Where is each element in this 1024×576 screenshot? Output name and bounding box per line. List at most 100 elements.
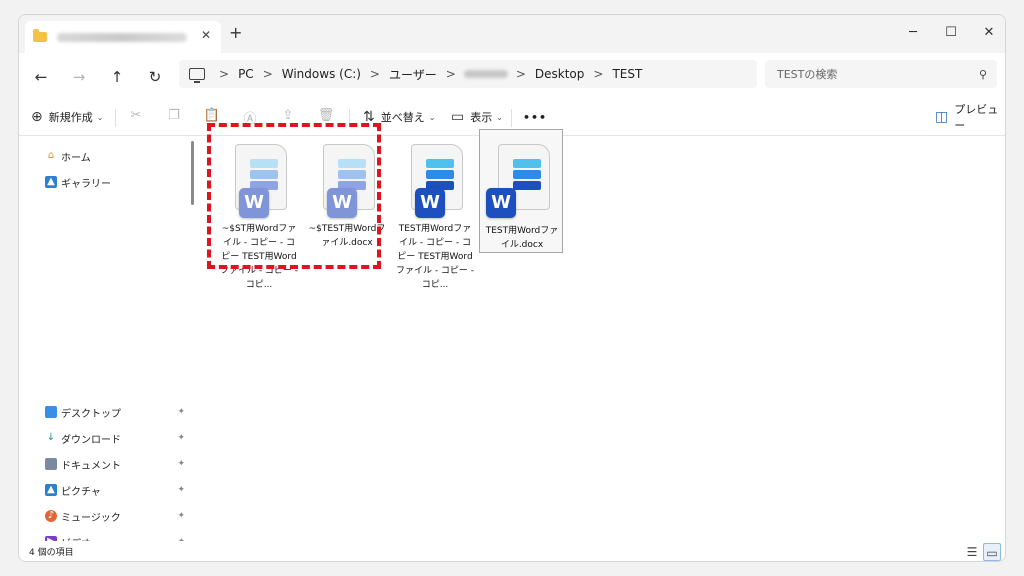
sidebar-item-desktop[interactable]: デスクトップ ✦ xyxy=(45,402,185,422)
document-icon xyxy=(45,458,57,470)
sidebar-item-label: ホーム xyxy=(61,152,91,164)
sidebar-item-label: ミュージック xyxy=(61,512,121,524)
sort-button[interactable]: ⇅ 並べ替え ⌄ xyxy=(363,105,435,129)
pictures-icon: ▲ xyxy=(45,484,57,496)
plus-circle-icon: ⊕ xyxy=(31,109,43,125)
tab-bar: ██████████████████ ✕ + ─ ☐ ✕ xyxy=(19,15,1005,53)
address-row: ← → ↑ ↻ > PC > Windows (C:) > ユーザー > use… xyxy=(19,53,1005,99)
tab-current[interactable]: ██████████████████ ✕ xyxy=(25,21,221,53)
file-item-original[interactable]: W TEST用Wordファイル.docx xyxy=(479,129,563,253)
home-icon: ⌂ xyxy=(47,150,55,161)
rename-icon[interactable]: Ⓐ xyxy=(241,108,259,127)
pc-icon xyxy=(189,68,205,83)
sidebar-item-label: ピクチャ xyxy=(61,486,101,498)
desktop-icon xyxy=(45,406,57,418)
tab-close-icon[interactable]: ✕ xyxy=(201,28,211,42)
more-button[interactable]: ••• xyxy=(523,105,547,129)
sidebar-item-label: ドキュメント xyxy=(61,460,121,472)
address-bar[interactable]: > PC > Windows (C:) > ユーザー > user > Desk… xyxy=(179,60,757,88)
search-box: ⚲ xyxy=(765,60,997,88)
breadcrumb-test[interactable]: TEST xyxy=(612,67,642,81)
new-button-label: 新規作成 xyxy=(48,111,93,124)
pin-icon[interactable]: ✦ xyxy=(177,511,185,521)
delete-icon[interactable]: 🗑 xyxy=(317,108,335,126)
maximize-button[interactable]: ☐ xyxy=(931,21,971,45)
sidebar-item-documents[interactable]: ドキュメント ✦ xyxy=(45,454,185,474)
sidebar-item-gallery[interactable]: ▲ ギャラリー xyxy=(45,172,185,192)
share-icon[interactable]: ⇪ xyxy=(279,108,297,126)
breadcrumb-drive[interactable]: Windows (C:) xyxy=(282,67,361,81)
file-item-temp-1[interactable]: W ~$ST用Wordファイル - コピー - コピー TEST用Wordファイ… xyxy=(217,136,301,290)
navigation-scrollbar[interactable] xyxy=(191,141,194,205)
pin-icon[interactable]: ✦ xyxy=(177,459,185,469)
pin-icon[interactable]: ✦ xyxy=(177,433,185,443)
word-icon: W xyxy=(415,188,445,218)
sidebar-item-label: ダウンロード xyxy=(61,434,121,446)
folder-icon xyxy=(33,29,47,42)
word-icon: W xyxy=(327,188,357,218)
view-button[interactable]: ▭ 表示 ⌄ xyxy=(451,105,503,129)
pin-icon[interactable]: ✦ xyxy=(177,485,185,495)
sidebar-item-pictures[interactable]: ▲ ピクチャ ✦ xyxy=(45,480,185,500)
file-item-temp-2[interactable]: W ~$TEST用Wordファイル.docx xyxy=(305,136,389,268)
breadcrumb-separator: > xyxy=(369,67,380,81)
search-input[interactable] xyxy=(775,66,959,82)
breadcrumb-users[interactable]: ユーザー xyxy=(389,66,437,83)
details-view-icon[interactable]: ☰ xyxy=(963,543,981,561)
breadcrumb-pc[interactable]: PC xyxy=(238,67,254,81)
preview-pane-icon: ◫ xyxy=(935,109,949,125)
preview-button[interactable]: ◫ プレビュー xyxy=(935,103,1005,132)
file-name: TEST用Wordファイル - コピー - コピー TEST用Wordファイル … xyxy=(395,224,475,290)
add-tab-button[interactable]: + xyxy=(229,23,242,42)
file-name: ~$TEST用Wordファイル.docx xyxy=(308,224,386,248)
paste-icon[interactable]: 📋 xyxy=(203,108,221,126)
pin-icon[interactable]: ✦ xyxy=(177,407,185,417)
sort-icon: ⇅ xyxy=(363,109,375,125)
tiles-view-icon[interactable]: ▭ xyxy=(983,543,1001,561)
preview-button-label: プレビュー xyxy=(954,103,999,132)
tab-title: ██████████████████ xyxy=(57,32,187,42)
word-icon: W xyxy=(486,188,516,218)
chevron-down-icon: ⌄ xyxy=(428,112,436,122)
breadcrumb-separator: > xyxy=(593,67,604,81)
up-button[interactable]: ↑ xyxy=(105,65,129,89)
copy-icon[interactable]: ❐ xyxy=(165,108,183,126)
navigation-pane: ⌂ ホーム ▲ ギャラリー デスクトップ ✦ ↓ ダウンロード ✦ ドキュメント… xyxy=(19,136,189,550)
file-explorer-window: ██████████████████ ✕ + ─ ☐ ✕ ← → ↑ ↻ > P… xyxy=(18,14,1006,562)
close-button[interactable]: ✕ xyxy=(969,21,1005,45)
search-icon[interactable]: ⚲ xyxy=(979,68,987,81)
gallery-icon: ▲ xyxy=(45,176,57,188)
breadcrumb-separator: > xyxy=(262,67,273,81)
forward-button[interactable]: → xyxy=(67,65,91,89)
breadcrumb-username-blurred[interactable]: user xyxy=(463,70,508,78)
refresh-button[interactable]: ↻ xyxy=(143,65,167,89)
word-icon: W xyxy=(239,188,269,218)
file-name: TEST用Wordファイル.docx xyxy=(485,226,559,250)
view-button-label: 表示 xyxy=(470,111,493,124)
breadcrumb-desktop[interactable]: Desktop xyxy=(535,67,585,81)
breadcrumb-separator: > xyxy=(515,67,526,81)
new-button[interactable]: ⊕ 新規作成 ⌄ xyxy=(31,105,103,129)
back-button[interactable]: ← xyxy=(29,65,53,89)
sidebar-item-music[interactable]: ♪ ミュージック ✦ xyxy=(45,506,185,526)
item-count: 4 個の項目 xyxy=(29,548,74,558)
minimize-button[interactable]: ─ xyxy=(893,21,933,45)
toolbar-divider xyxy=(349,109,350,127)
sidebar-item-downloads[interactable]: ↓ ダウンロード ✦ xyxy=(45,428,185,448)
sidebar-item-label: ギャラリー xyxy=(61,178,111,190)
sidebar-item-home[interactable]: ⌂ ホーム xyxy=(45,146,185,166)
toolbar-divider xyxy=(115,109,116,127)
breadcrumb-separator: > xyxy=(219,67,230,81)
breadcrumb-separator: > xyxy=(445,67,456,81)
chevron-down-icon: ⌄ xyxy=(496,112,503,122)
toolbar-divider xyxy=(511,109,512,127)
file-item-copy[interactable]: W TEST用Wordファイル - コピー - コピー TEST用Wordファイ… xyxy=(393,136,477,290)
sort-button-label: 並べ替え xyxy=(380,111,425,124)
cut-icon[interactable]: ✂ xyxy=(127,108,145,126)
file-name: ~$ST用Wordファイル - コピー - コピー TEST用Wordファイル … xyxy=(219,224,299,290)
chevron-down-icon: ⌄ xyxy=(96,112,104,122)
download-icon: ↓ xyxy=(46,432,56,443)
status-bar: 4 個の項目 ☰ ▭ xyxy=(19,541,1005,561)
view-icon: ▭ xyxy=(451,109,465,125)
sidebar-item-label: デスクトップ xyxy=(61,408,121,420)
